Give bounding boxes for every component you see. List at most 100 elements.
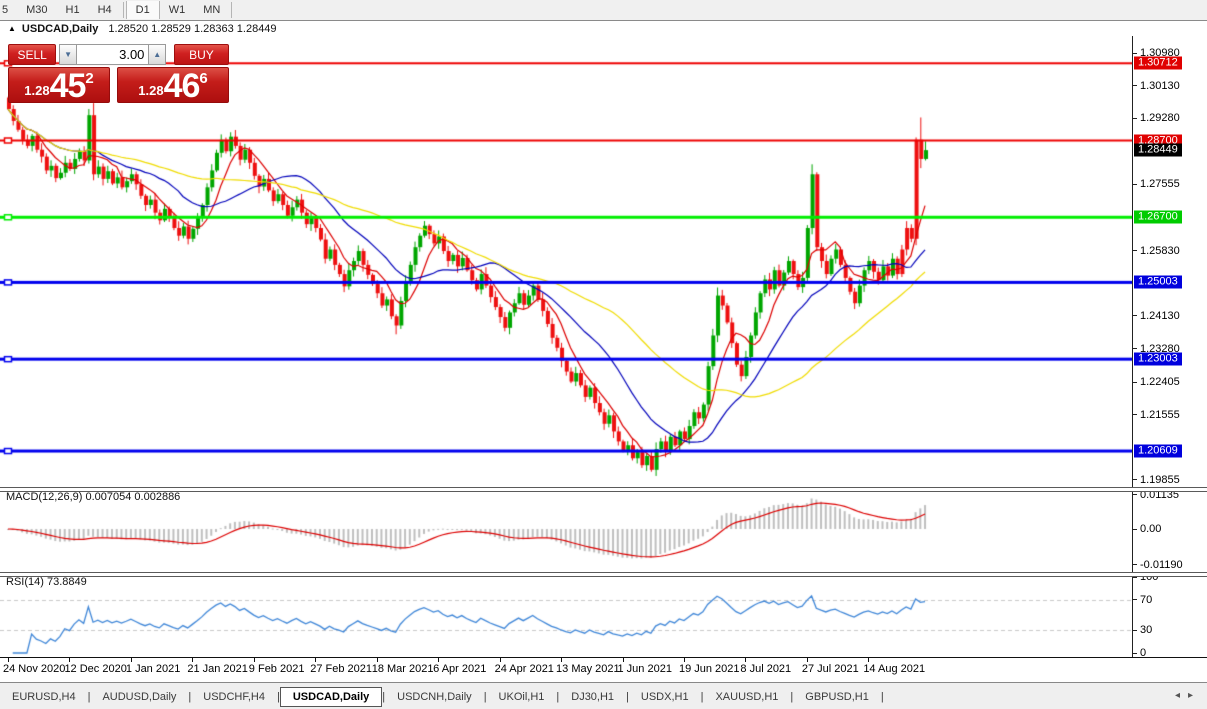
price-tick-mark [1133,414,1137,416]
price-tick-mark [1133,85,1137,87]
price-level-badge: 1.28449 [1134,143,1182,157]
chart-tab-USDX[interactable]: USDX,H1 [629,687,701,707]
sell-button[interactable]: SELL [8,44,57,65]
buy-price-display[interactable]: 1.28 46 6 [117,67,229,103]
sell-price-sup: 2 [85,70,94,87]
date-tick-mark [438,658,440,662]
price-tick-label: 1.29280 [1140,112,1180,125]
price-scale[interactable]: 1.30980 1.30130 1.29280 1.27555 1.25830 1.241… [1132,36,1207,659]
chart-tab-GBPUSD[interactable]: GBPUSD,H1 [793,687,881,707]
price-level-badge: 1.20609 [1134,444,1182,458]
price-tick-label: 1.27555 [1140,178,1180,191]
price-tick-label: 1.25830 [1140,244,1180,257]
date-tick-label: 1 Jun 2021 [617,663,672,675]
price-tick-mark [1133,183,1137,185]
time-axis[interactable]: 24 Nov 2020 12 Dec 2020 1 Jan 2021 21 Jan 2… [0,657,1207,683]
date-tick-mark [8,658,9,662]
date-tick-mark [868,658,870,662]
macd-tick-label: -0.01190 [1140,558,1183,571]
macd-tick-mark [1133,494,1137,496]
date-tick-label: 21 Jan 2021 [187,663,248,675]
sell-price-big: 45 [49,67,87,105]
chart-tab-USDCHF[interactable]: USDCHF,H4 [191,687,277,707]
date-tick-label: 24 Nov 2020 [3,663,66,675]
buy-price-prefix: 1.28 [138,83,164,98]
volume-input[interactable]: 3.00 [76,44,149,65]
date-tick-mark [253,658,255,662]
sell-price-display[interactable]: 1.28 45 2 [8,67,110,103]
price-tick-label: 1.22405 [1140,376,1180,389]
chart-tabs-bar: EURUSD,H4 | AUDUSD,Daily | USDCHF,H4 | USDCAD,… [0,682,1207,709]
price-tick-mark [1133,381,1137,383]
tab-scroll-left-icon[interactable]: ◂ [1175,690,1188,701]
date-tick-mark [499,658,501,662]
date-tick-mark [745,658,747,662]
pane-separator-rsi[interactable] [0,572,1207,577]
rsi-tick-label: 70 [1140,593,1153,606]
price-tick-mark [1133,250,1137,252]
chart-tab-AUDUSD[interactable]: AUDUSD,Daily [90,687,188,707]
volume-increase-button[interactable]: ▲ [148,44,166,65]
spin-down-icon: ▼ [64,50,73,59]
date-tick-label: 9 Feb 2021 [248,663,305,675]
tab-separator: | [880,690,884,703]
price-level-badge: 1.25003 [1134,275,1182,289]
volume-decrease-button[interactable]: ▼ [59,44,77,65]
price-tick-mark [1133,315,1137,317]
date-tick-mark [622,658,624,662]
macd-indicator-label: MACD(12,26,9) 0.007054 0.002886 [6,491,180,503]
date-tick-mark [315,658,317,662]
date-tick-mark [192,658,194,662]
chart-tab-EURUSD[interactable]: EURUSD,H4 [0,687,88,707]
chart-tab-DJ30[interactable]: DJ30,H1 [559,687,626,707]
rsi-indicator-label: RSI(14) 73.8849 [6,576,87,588]
date-tick-label: 13 May 2021 [556,663,620,675]
rsi-tick-mark [1133,652,1137,654]
pane-separator-macd[interactable] [0,487,1207,492]
sell-price-prefix: 1.28 [24,83,50,98]
date-tick-label: 8 Jul 2021 [740,663,792,675]
macd-current-values: 0.007054 0.002886 [85,491,181,503]
date-tick-mark [130,658,132,662]
macd-name: MACD(12,26,9) [6,491,83,503]
date-tick-mark [561,658,563,662]
chart-tab-XAUUSD[interactable]: XAUUSD,H1 [703,687,790,707]
macd-tick-mark [1133,564,1137,566]
price-level-badge: 1.30712 [1134,56,1182,70]
one-click-trading-panel: SELL ▼ 3.00 ▲ BUY 1.28 45 2 1.28 46 6 [8,44,229,103]
date-tick-label: 6 Apr 2021 [433,663,487,675]
date-tick-label: 14 Aug 2021 [863,663,926,675]
price-level-badge: 1.26700 [1134,210,1182,224]
price-tick-mark [1133,117,1137,119]
date-tick-label: 27 Feb 2021 [310,663,373,675]
trading-terminal-window: 5M30H1H4D1W1MN ▲ USDCAD,Daily 1.28520 1.… [0,0,1207,709]
buy-button[interactable]: BUY [173,44,229,65]
rsi-tick-mark [1133,599,1137,601]
date-tick-label: 1 Jan 2021 [125,663,181,675]
buy-price-big: 46 [163,67,201,105]
rsi-name: RSI(14) [6,576,44,588]
date-tick-label: 24 Apr 2021 [494,663,554,675]
macd-tick-label: 0.00 [1140,523,1162,535]
price-tick-mark [1133,348,1137,350]
rsi-current-value: 73.8849 [46,576,87,588]
price-tick-mark [1133,479,1137,481]
price-level-badge: 1.23003 [1134,352,1182,366]
date-tick-mark [376,658,378,662]
date-tick-label: 27 Jul 2021 [801,663,859,675]
date-tick-label: 19 Jun 2021 [678,663,740,675]
buy-price-sup: 6 [199,70,208,87]
date-tick-mark [806,658,808,662]
date-tick-mark [683,658,685,662]
tab-scroll-right-icon[interactable]: ▸ [1188,690,1201,701]
rsi-tick-mark [1133,629,1137,631]
price-tick-label: 1.19855 [1140,473,1180,486]
macd-tick-mark [1133,528,1137,530]
date-tick-label: 12 Dec 2020 [64,663,127,675]
spin-up-icon: ▲ [153,50,162,59]
chart-tab-USDCAD[interactable]: USDCAD,Daily [279,686,383,707]
price-tick-mark [1133,52,1137,54]
chart-tab-UKOil[interactable]: UKOil,H1 [487,687,557,707]
chart-tab-USDCNH[interactable]: USDCNH,Daily [385,687,484,707]
price-tick-label: 1.21555 [1140,408,1180,421]
